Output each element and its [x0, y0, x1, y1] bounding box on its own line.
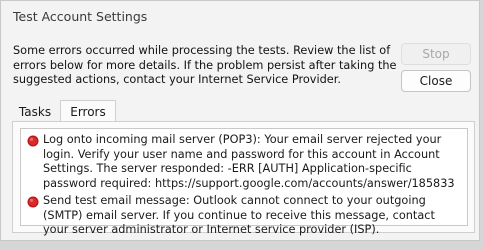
- test-account-settings-dialog: Test Account Settings Some errors occurr…: [0, 0, 480, 241]
- status-message: Some errors occurred while processing th…: [13, 44, 397, 86]
- stop-button[interactable]: Stop: [401, 43, 471, 65]
- error-item: Send test email message: Outlook cannot …: [25, 194, 463, 238]
- error-icon: [27, 196, 39, 208]
- error-list[interactable]: Log onto incoming mail server (POP3): Yo…: [20, 128, 468, 236]
- error-icon: [27, 135, 39, 147]
- error-text: Log onto incoming mail server (POP3): Yo…: [43, 133, 455, 190]
- tab-tasks[interactable]: Tasks: [12, 102, 58, 122]
- close-button[interactable]: Close: [401, 70, 471, 92]
- dialog-title: Test Account Settings: [13, 9, 148, 24]
- error-item: Log onto incoming mail server (POP3): Yo…: [25, 133, 463, 191]
- error-text: Send test email message: Outlook cannot …: [43, 194, 435, 236]
- errors-tab-panel: Log onto incoming mail server (POP3): Yo…: [12, 121, 475, 236]
- tab-errors[interactable]: Errors: [60, 100, 116, 123]
